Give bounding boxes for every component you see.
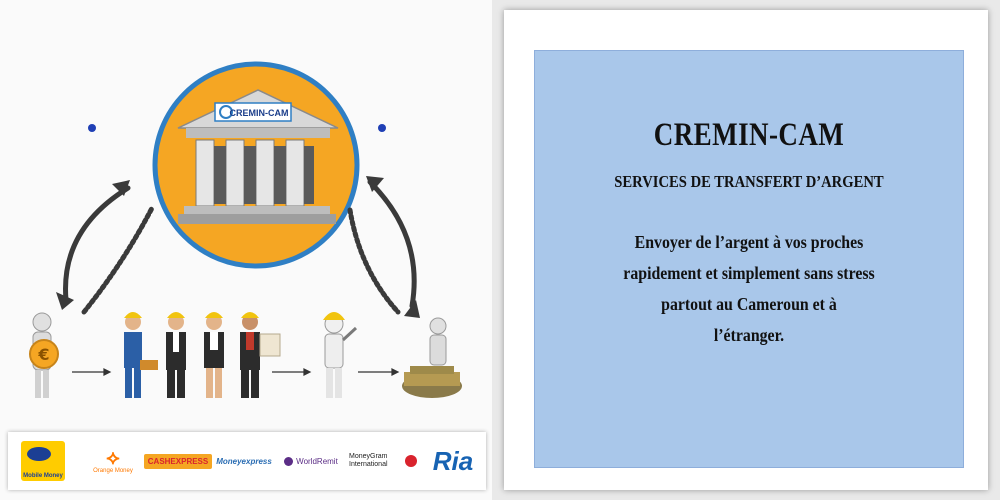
message-line: partout au Cameroun et à: [661, 293, 837, 314]
message-line: l’étranger.: [713, 324, 785, 345]
orange-money-logo: ⟡ Orange Money: [93, 447, 133, 474]
cash-express-logo: CASHEXPRESS: [143, 440, 213, 482]
mtn-logo: Mobile Money: [18, 440, 68, 482]
receiver-figure: [402, 317, 462, 398]
message-line: rapidement et simplement sans stress: [623, 262, 875, 283]
ria-logo: Ria: [432, 445, 474, 476]
money-express-logo: Moneyexpress: [216, 456, 272, 466]
svg-text:€: €: [37, 345, 49, 364]
arrow-left: [63, 185, 155, 315]
sender-figure: €: [29, 312, 59, 398]
technician-figure: [323, 312, 358, 398]
partner-logos: Mobile Money ⟡ Orange Money CASHEXPRESS …: [8, 432, 486, 490]
moneygram-logo: MoneyGram International: [346, 440, 420, 482]
dot-left: [88, 124, 96, 132]
bank-sign-text: CREMIN-CAM: [230, 108, 289, 118]
dot-right: [378, 124, 386, 132]
workers-group: [124, 312, 281, 398]
illustration-area: CREMIN-CAM € Mobile Money ⟡ Orange Money…: [0, 0, 492, 500]
panel-title: CREMIN-CAM: [653, 117, 845, 153]
money-transfer-illustration: CREMIN-CAM €: [29, 61, 462, 398]
panel-message: Envoyer de l’argent à vos proches rapide…: [587, 227, 911, 351]
panel-subtitle: SERVICES DE TRANSFERT D’ARGENT: [614, 172, 884, 191]
worldremit-logo: WorldRemit: [280, 440, 342, 482]
info-panel: CREMIN-CAM SERVICES DE TRANSFERT D’ARGEN…: [534, 50, 964, 468]
message-line: Envoyer de l’argent à vos proches: [634, 232, 864, 252]
flow-arrows: [72, 368, 400, 376]
arrow-right: [347, 179, 417, 315]
bank-circle: [152, 61, 360, 269]
